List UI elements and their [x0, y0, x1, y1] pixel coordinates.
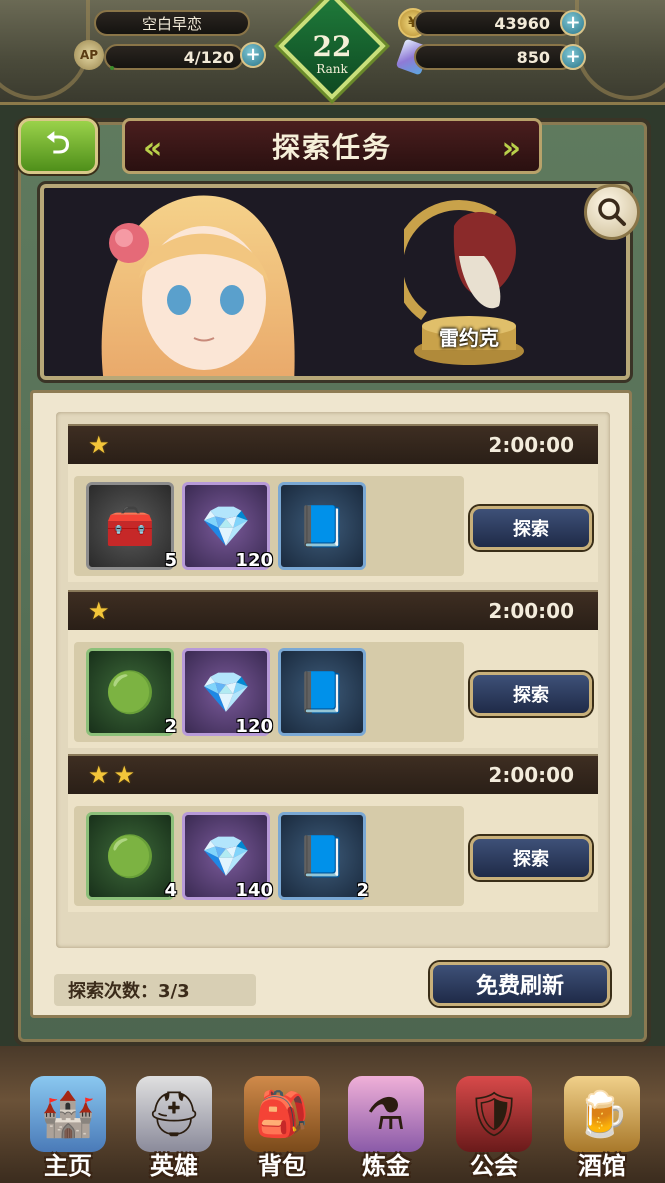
- difficulty-stars: ★: [88, 431, 114, 459]
- green-orb-icon: 🟢: [105, 669, 155, 716]
- chevron-right-icon: »: [501, 131, 521, 166]
- reward-quantity: 4: [164, 880, 177, 901]
- mission-duration: 2:00:00: [488, 599, 574, 623]
- gold-crystal-icon: 💎: [201, 503, 251, 550]
- magnifier-icon: [598, 198, 626, 226]
- rank-number: 22: [312, 30, 352, 63]
- hero-banner: [40, 184, 630, 380]
- back-arrow-icon: ⮌: [45, 125, 71, 161]
- reward-item[interactable]: 💎 120: [182, 482, 273, 571]
- spellbook-icon: 📘: [297, 669, 347, 716]
- add-gold-button[interactable]: +: [560, 10, 586, 36]
- add-ap-button[interactable]: +: [240, 42, 266, 68]
- reward-item[interactable]: 💎 120: [182, 648, 273, 737]
- reward-item[interactable]: 📘 2: [278, 812, 369, 901]
- reward-item[interactable]: 🧰 5: [86, 482, 177, 571]
- nav-item-0[interactable]: 🏰 主页: [20, 1076, 116, 1183]
- nav-label: 英雄: [150, 1152, 198, 1180]
- boss-name: 雷约克: [439, 326, 499, 350]
- spellbook-icon: 📘: [297, 833, 347, 880]
- reward-quantity: 2: [356, 880, 369, 901]
- reward-item[interactable]: 🟢 2: [86, 648, 177, 737]
- mission-duration: 2:00:00: [488, 763, 574, 787]
- nav-item-5[interactable]: 🍺 酒馆: [554, 1076, 650, 1183]
- add-gem-button[interactable]: +: [560, 44, 586, 70]
- nav-item-3[interactable]: ⚗ 炼金: [338, 1076, 434, 1183]
- reward-item[interactable]: 🟢 4: [86, 812, 177, 901]
- knight-helmet-icon: ⛑: [136, 1076, 212, 1152]
- back-button[interactable]: ⮌: [18, 118, 98, 174]
- star-icon: ★: [113, 761, 136, 789]
- reward-item[interactable]: 📘: [278, 648, 366, 736]
- reward-quantity: 120: [235, 716, 273, 737]
- ornament-right: [575, 0, 665, 100]
- gold-crystal-icon: 💎: [201, 669, 251, 716]
- hero-portrait-icon: [101, 195, 295, 376]
- rank-badge: 22 Rank: [278, 0, 386, 106]
- treasure-chest-icon: 🧰: [105, 503, 155, 550]
- difficulty-stars: ★: [88, 597, 114, 625]
- gold-counter: 43960: [414, 10, 574, 36]
- nav-label: 炼金: [362, 1152, 410, 1180]
- gold-crystal-icon: 💎: [201, 833, 251, 880]
- mission-duration: 2:00:00: [488, 433, 574, 457]
- ap-icon: AP: [74, 40, 104, 70]
- explore-button[interactable]: 探索: [470, 506, 592, 550]
- nav-label: 酒馆: [578, 1152, 626, 1180]
- mission-header: ★ ★ 2:00:00: [68, 754, 598, 794]
- nav-label: 主页: [44, 1152, 92, 1180]
- search-button[interactable]: [584, 184, 640, 240]
- backpack-icon: 🎒: [244, 1076, 320, 1152]
- nav-item-2[interactable]: 🎒 背包: [234, 1076, 330, 1183]
- gem-counter: 850: [414, 44, 574, 70]
- reward-quantity: 5: [164, 550, 177, 571]
- title-bar: « 探索任务 »: [122, 118, 542, 174]
- nav-item-1[interactable]: ⛑ 英雄: [126, 1076, 222, 1183]
- mission-header: ★ 2:00:00: [68, 590, 598, 630]
- star-icon: ★: [88, 431, 110, 459]
- player-name: 空白早恋: [94, 10, 250, 36]
- castle-icon: 🏰: [30, 1076, 106, 1152]
- reward-item[interactable]: 💎 140: [182, 812, 273, 901]
- spellbook-icon: 📘: [297, 503, 347, 550]
- page-title: 探索任务: [271, 131, 392, 164]
- chevron-left-icon: «: [143, 131, 163, 166]
- difficulty-stars: ★ ★: [88, 761, 139, 789]
- mission-header: ★ 2:00:00: [68, 424, 598, 464]
- nav-item-4[interactable]: 🛡 公会: [446, 1076, 542, 1183]
- reward-item[interactable]: 📘: [278, 482, 366, 570]
- potion-flasks-icon: ⚗: [348, 1076, 424, 1152]
- reward-quantity: 2: [164, 716, 177, 737]
- explore-count: 探索次数：3/3: [54, 974, 256, 1006]
- ap-counter: 4/120: [104, 44, 244, 70]
- beer-mug-icon: 🍺: [564, 1076, 640, 1152]
- guild-shield-icon: 🛡: [456, 1076, 532, 1152]
- star-icon: ★: [88, 761, 110, 789]
- green-orb-icon: 🟢: [105, 833, 155, 880]
- nav-label: 公会: [470, 1152, 518, 1180]
- explore-button[interactable]: 探索: [470, 836, 592, 880]
- reward-quantity: 120: [235, 550, 273, 571]
- star-icon: ★: [88, 597, 110, 625]
- rank-label: Rank: [316, 62, 348, 76]
- explore-button[interactable]: 探索: [470, 672, 592, 716]
- free-refresh-button[interactable]: 免费刷新: [430, 962, 610, 1006]
- reward-quantity: 140: [235, 880, 273, 901]
- nav-label: 背包: [258, 1152, 306, 1180]
